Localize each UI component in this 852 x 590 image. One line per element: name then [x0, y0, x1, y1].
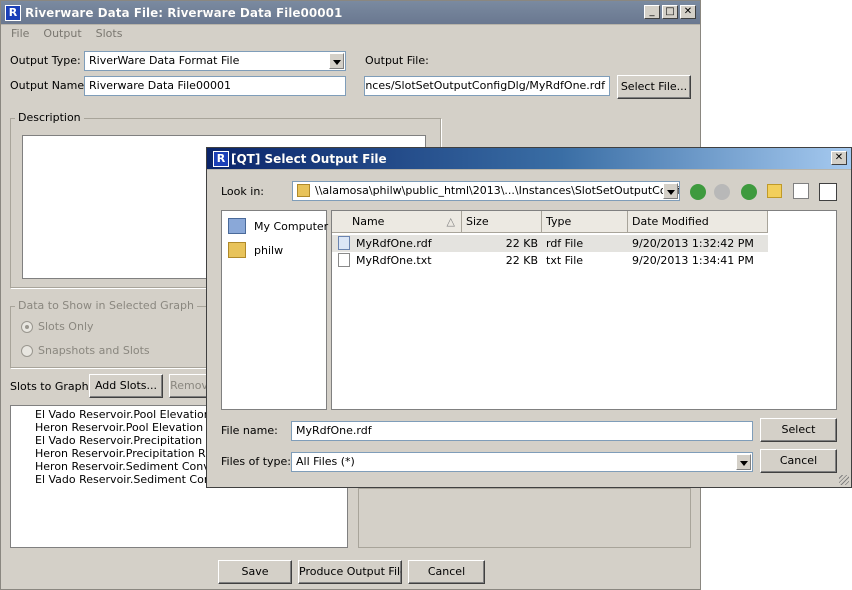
radio-snapshots-label: Snapshots and Slots — [38, 344, 150, 357]
close-icon[interactable]: ✕ — [680, 5, 696, 19]
data-show-group: Data to Show in Selected Graph Slots Onl… — [10, 299, 210, 368]
output-name-label: Output Name: — [10, 79, 88, 92]
dialog-cancel-button[interactable]: Cancel — [760, 449, 837, 473]
produce-output-file-button[interactable]: Produce Output File — [298, 560, 402, 584]
main-title: Riverware Data File: Riverware Data File… — [25, 6, 343, 20]
resize-grip-icon[interactable] — [839, 475, 849, 485]
column-header-type[interactable]: Type — [542, 211, 628, 233]
output-type-value: RiverWare Data Format File — [89, 54, 240, 67]
column-header-date[interactable]: Date Modified — [628, 211, 768, 233]
menu-output[interactable]: Output — [43, 25, 81, 43]
close-icon[interactable]: ✕ — [831, 151, 847, 165]
files-of-type-label: Files of type: — [221, 455, 292, 468]
output-file-value: Instances/SlotSetOutputConfigDlg/MyRdfOn… — [364, 79, 605, 92]
maximize-icon[interactable]: □ — [662, 5, 678, 19]
menubar: File Output Slots — [1, 25, 122, 43]
new-folder-icon[interactable] — [767, 184, 782, 198]
column-header-name[interactable]: Name △ — [332, 211, 462, 233]
icon-view-icon[interactable] — [793, 183, 809, 199]
remove-button[interactable]: Remov — [169, 374, 209, 398]
file-list[interactable]: Name △ Size Type Date Modified MyRdfOne.… — [331, 210, 837, 410]
table-row[interactable]: MyRdfOne.rdf 22 KB rdf File 9/20/2013 1:… — [332, 235, 768, 252]
sort-ascending-icon: △ — [446, 215, 455, 228]
main-titlebar[interactable]: R Riverware Data File: Riverware Data Fi… — [1, 1, 700, 25]
file-type: rdf File — [546, 237, 584, 250]
forward-icon[interactable] — [714, 184, 730, 200]
dialog-title: [QT] Select Output File — [231, 152, 387, 166]
table-row[interactable]: MyRdfOne.txt 22 KB txt File 9/20/2013 1:… — [332, 252, 768, 269]
radio-slots-only[interactable] — [21, 321, 33, 333]
column-header-size[interactable]: Size — [462, 211, 542, 233]
file-type: txt File — [546, 254, 584, 267]
data-show-label: Data to Show in Selected Graph — [15, 299, 197, 312]
save-button[interactable]: Save — [218, 560, 292, 584]
files-of-type-value: All Files (*) — [296, 455, 355, 468]
file-date: 9/20/2013 1:32:42 PM — [632, 237, 754, 250]
rdf-file-icon — [338, 236, 350, 250]
place-philw[interactable]: philw — [228, 241, 283, 259]
output-file-input[interactable]: Instances/SlotSetOutputConfigDlg/MyRdfOn… — [364, 76, 610, 96]
dialog-titlebar[interactable]: R [QT] Select Output File ✕ — [207, 148, 851, 170]
select-button[interactable]: Select — [760, 418, 837, 442]
chevron-down-icon[interactable] — [663, 183, 678, 199]
output-name-input[interactable]: Riverware Data File00001 — [84, 76, 346, 96]
file-size: 22 KB — [505, 237, 538, 250]
chevron-down-icon[interactable] — [329, 53, 344, 69]
look-in-combo[interactable]: \\alamosa\philw\public_html\2013\...\Ins… — [292, 181, 680, 201]
places-sidebar: My Computer philw — [221, 210, 328, 410]
output-type-combo[interactable]: RiverWare Data Format File — [84, 51, 346, 71]
riverware-icon: R — [5, 5, 21, 21]
place-my-computer[interactable]: My Computer — [228, 217, 328, 235]
back-icon[interactable] — [690, 184, 706, 200]
radio-snapshots[interactable] — [21, 345, 33, 357]
files-of-type-combo[interactable]: All Files (*) — [291, 452, 753, 472]
place-label: My Computer — [254, 219, 329, 233]
look-in-value: \\alamosa\philw\public_html\2013\...\Ins… — [315, 184, 680, 197]
select-output-file-dialog: R [QT] Select Output File ✕ Look in: \\a… — [206, 147, 852, 488]
txt-file-icon — [338, 253, 350, 267]
computer-icon — [228, 218, 246, 234]
chevron-down-icon[interactable] — [736, 454, 751, 470]
radio-slots-only-label: Slots Only — [38, 320, 94, 333]
output-file-label: Output File: — [365, 54, 429, 67]
user-folder-icon — [228, 242, 246, 258]
cancel-button[interactable]: Cancel — [408, 560, 485, 584]
file-name: MyRdfOne.rdf — [356, 237, 432, 250]
riverware-icon: R — [213, 151, 229, 167]
add-slots-button[interactable]: Add Slots... — [89, 374, 163, 398]
look-in-label: Look in: — [221, 185, 264, 198]
parent-folder-icon[interactable] — [741, 184, 757, 200]
file-name: MyRdfOne.txt — [356, 254, 432, 267]
detail-view-icon[interactable] — [819, 183, 837, 201]
place-label: philw — [254, 243, 284, 257]
file-name-input[interactable]: MyRdfOne.rdf — [291, 421, 753, 441]
description-label: Description — [15, 111, 84, 124]
file-name-label: File name: — [221, 424, 278, 437]
minimize-icon[interactable]: _ — [644, 5, 660, 19]
file-date: 9/20/2013 1:34:41 PM — [632, 254, 754, 267]
output-type-label: Output Type: — [10, 54, 81, 67]
slots-to-graph-label: Slots to Graph: — [10, 380, 93, 393]
file-size: 22 KB — [505, 254, 538, 267]
graph-panel — [358, 488, 691, 548]
select-file-button[interactable]: Select File... — [617, 75, 691, 99]
folder-icon — [297, 184, 310, 197]
menu-file[interactable]: File — [11, 25, 29, 43]
menu-slots[interactable]: Slots — [96, 25, 123, 43]
